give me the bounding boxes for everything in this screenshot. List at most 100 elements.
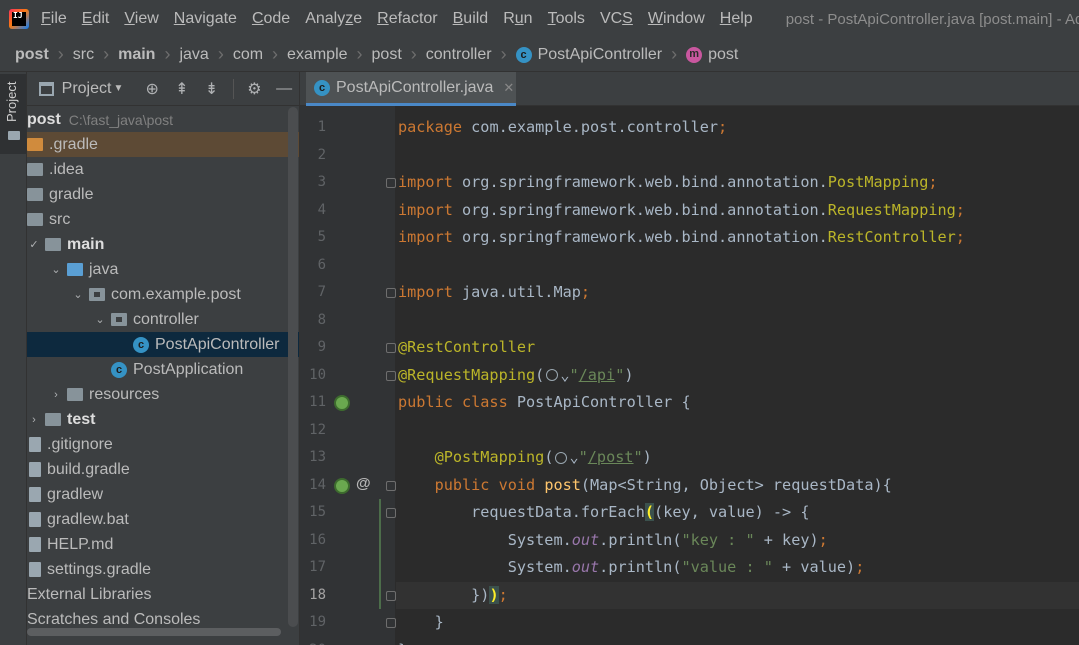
tree-item-gradle-cache[interactable]: .gradle [27,132,299,157]
menu-edit[interactable]: Edit [82,10,110,28]
code-line: import java.util.Map; [398,279,590,306]
code-token: ⌄ [569,448,579,466]
code-line: public class PostApiController { [398,389,691,416]
tree-item-main[interactable]: ✓ main [27,232,299,257]
menu-label-part: iew [134,10,159,27]
breadcrumb-item[interactable]: c PostApiController [515,46,662,64]
breadcrumb-item[interactable]: main [118,46,155,64]
tree-item-postapicontroller[interactable]: c PostApiController [27,332,299,357]
line-number: 16 [309,531,326,548]
project-tool-button[interactable]: Project [0,74,26,154]
chevron-right-icon: › [272,44,279,64]
line-number: 8 [317,311,326,328]
gear-icon[interactable]: ⚙ [246,79,264,99]
tree-item-gradlew[interactable]: gradlew [27,482,299,507]
tree-item-external-libraries[interactable]: External Libraries [27,582,299,607]
menu-mnemonic: R [377,10,389,27]
tree-item-gitignore[interactable]: .gitignore [27,432,299,457]
menu-help[interactable]: Help [720,10,753,28]
collapse-all-icon[interactable]: ⇟ [203,79,221,99]
tree-item-build-gradle[interactable]: build.gradle [27,457,299,482]
chevron-down-icon[interactable]: ✓ [27,238,41,251]
tree-item-help-md[interactable]: HELP.md [27,532,299,557]
file-icon [29,512,41,527]
spring-bean-icon[interactable] [334,477,350,494]
locate-file-icon[interactable]: ⊕ [143,79,161,99]
menu-view[interactable]: View [124,10,158,28]
tree-item-postapplication[interactable]: c PostApplication [27,357,299,382]
chevron-right-icon[interactable]: › [49,389,63,401]
class-icon: c [133,336,149,353]
folder-icon [27,213,43,226]
tree-item-controller[interactable]: ⌄ controller [27,307,299,332]
menu-vcs[interactable]: VCS [600,10,633,28]
hide-panel-icon[interactable]: — [275,79,293,99]
project-view-selector[interactable]: Project [62,80,112,98]
tree-item-java[interactable]: ⌄ java [27,257,299,282]
file-icon [29,562,41,577]
code-token: out [571,530,600,549]
fold-marker-icon[interactable] [386,370,396,381]
tree-item-src[interactable]: src [27,207,299,232]
tree-item-test[interactable]: › test [27,407,299,432]
tree-item-package[interactable]: ⌄ com.example.post [27,282,299,307]
chevron-down-icon[interactable]: ⌄ [49,263,63,276]
menu-build[interactable]: Build [453,10,489,28]
breadcrumb-item[interactable]: post [372,46,402,64]
tree-horizontal-scrollbar[interactable] [27,628,281,636]
fold-marker-icon[interactable] [386,480,396,491]
chevron-right-icon[interactable]: › [27,414,41,426]
fold-marker-icon[interactable] [386,343,396,353]
menu-file[interactable]: File [41,10,67,28]
menu-window[interactable]: Window [648,10,705,28]
line-number: 2 [317,146,326,163]
tab-postapicontroller[interactable]: c PostApiController.java ✕ [306,72,516,106]
tree-item-gradle[interactable]: gradle [27,182,299,207]
code-token: ( [644,503,655,521]
menu-items: File Edit View Navigate Code Analyze Refactor B… [41,10,768,28]
breadcrumb-item[interactable]: m post [686,46,738,64]
dropdown-caret-icon[interactable]: ▼ [113,83,123,94]
fold-marker-icon[interactable] [386,590,396,601]
menu-code[interactable]: Code [252,10,290,28]
endpoint-mapping-icon[interactable]: @ [356,475,371,492]
chevron-down-icon[interactable]: ⌄ [71,288,85,301]
close-icon[interactable]: ✕ [503,80,514,96]
code-area[interactable]: package com.example.post.controller; impo… [396,106,1079,645]
code-line: @RestController [398,334,535,361]
tree-item-gradlew-bat[interactable]: gradlew.bat [27,507,299,532]
tree-item-resources[interactable]: › resources [27,382,299,407]
menu-navigate[interactable]: Navigate [174,10,237,28]
fold-marker-icon[interactable] [386,178,396,188]
tree-vertical-scrollbar[interactable] [288,107,298,627]
editor-tab-bar: c PostApiController.java ✕ [300,72,1079,106]
window-title: post - PostApiController.java [post.main… [785,10,1079,28]
menu-mnemonic: B [452,10,464,27]
breadcrumb-item[interactable]: com [233,46,263,64]
fold-marker-icon[interactable] [386,508,396,518]
spring-bean-icon[interactable] [334,395,350,411]
fold-marker-icon[interactable] [386,618,396,628]
code-token: }) [398,585,490,604]
tree-item-post-root[interactable]: post C:\fast_java\post [27,107,299,132]
vcs-change-marker[interactable] [379,499,381,609]
globe-icon[interactable] [546,369,559,381]
breadcrumb-item[interactable]: example [287,46,347,64]
line-number: 11 [309,394,326,410]
fold-marker-icon[interactable] [386,288,396,298]
breadcrumb-item[interactable]: controller [426,46,492,64]
chevron-down-icon[interactable]: ⌄ [93,313,107,326]
globe-icon[interactable] [555,451,568,464]
package-icon [111,313,127,326]
breadcrumb-item[interactable]: post [15,46,49,64]
menu-analyze[interactable]: Analyze [305,10,362,28]
breadcrumb-item[interactable]: java [179,46,208,64]
menu-tools[interactable]: Tools [548,10,585,28]
tree-item-settings-gradle[interactable]: settings.gradle [27,557,299,582]
tree-item-idea[interactable]: .idea [27,157,299,182]
tree-item-path: C:\fast_java\post [68,111,174,128]
menu-run[interactable]: Run [503,10,532,28]
expand-all-icon[interactable]: ⇞ [173,79,191,99]
menu-refactor[interactable]: Refactor [377,10,437,28]
breadcrumb-item[interactable]: src [73,46,94,64]
